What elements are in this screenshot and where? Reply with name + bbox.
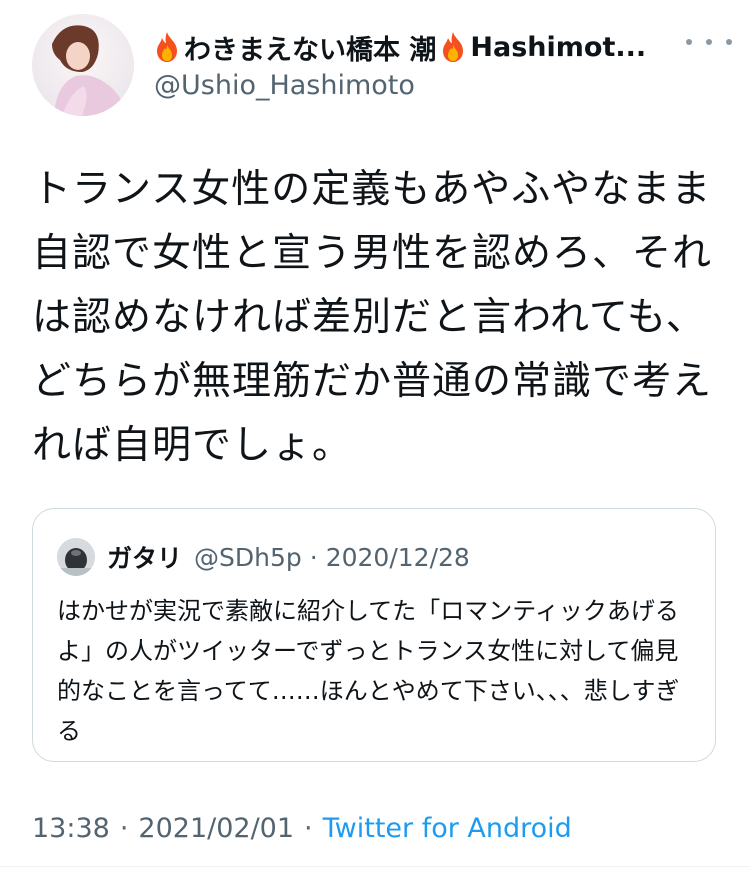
tweet-text: トランス女性の定義もあやふやなまま自認で女性と宣う男性を認めろ、それは認めなけれ… <box>32 167 713 468</box>
quoted-author-handle: @SDh5p <box>194 542 302 572</box>
meta-separator: · <box>304 812 313 844</box>
tweet-date[interactable]: 2021/02/01 <box>138 813 294 844</box>
tweet-time[interactable]: 13:38 <box>32 813 110 844</box>
quoted-tweet-text: はかせが実況で素敵に紹介してた「ロマンティックあげるよ」の人がツイッターでずっと… <box>57 597 680 745</box>
quoted-separator: · <box>309 542 318 572</box>
author-display-name: わきまえない橋本 潮 <box>184 34 437 66</box>
author-avatar[interactable] <box>32 14 134 116</box>
fire-icon <box>443 32 464 62</box>
quoted-date: 2020/12/28 <box>325 542 470 572</box>
author-display-name-suffix: Hashimot... <box>470 31 647 63</box>
divider <box>0 866 750 867</box>
tweet-metadata: 13:38 · 2021/02/01 · Twitter for Android <box>32 808 572 848</box>
author-handle[interactable]: @Ushio_Hashimoto <box>154 70 415 101</box>
author-name[interactable]: わきまえない橋本 潮 Hashimot... <box>154 26 674 68</box>
quoted-tweet[interactable]: ガタリ @SDh5p · 2020/12/28 はかせが実況で素敵に紹介してた「… <box>32 508 716 762</box>
more-options-icon[interactable] <box>686 32 732 52</box>
tweet-header: わきまえない橋本 潮 Hashimot... @Ushio_Hashimoto <box>32 14 732 118</box>
quoted-tweet-header: ガタリ @SDh5p · 2020/12/28 <box>57 537 470 577</box>
fire-icon <box>157 32 177 62</box>
quoted-author-avatar <box>57 538 95 576</box>
tweet-detail: わきまえない橋本 潮 Hashimot... @Ushio_Hashimoto … <box>0 0 750 872</box>
meta-separator: · <box>119 812 129 844</box>
tweet-source-link[interactable]: Twitter for Android <box>323 813 572 844</box>
quoted-author-name: ガタリ <box>107 544 183 573</box>
